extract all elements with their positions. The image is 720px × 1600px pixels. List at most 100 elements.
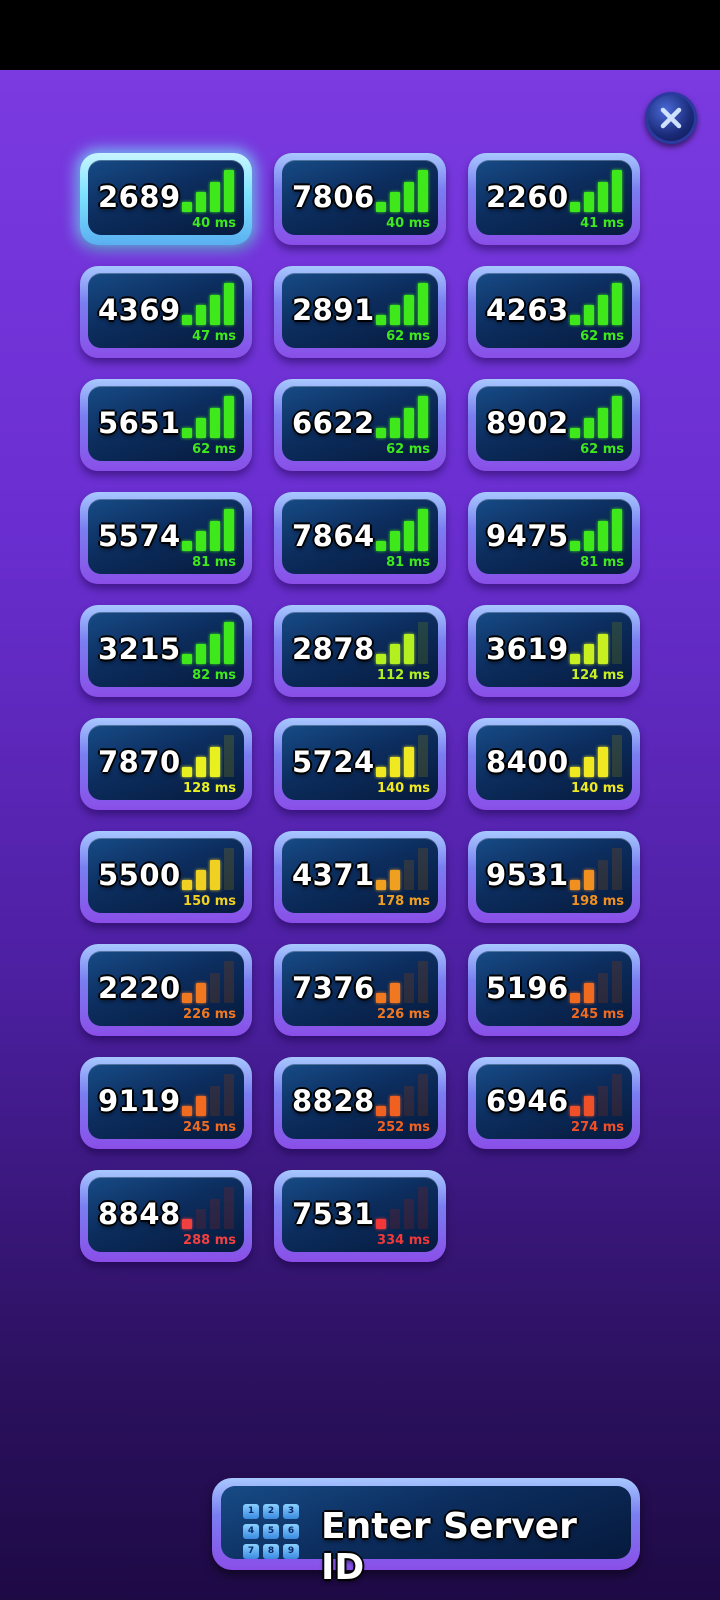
signal-bar (182, 880, 192, 890)
server-card[interactable]: 5574 81 ms (80, 492, 252, 584)
server-card[interactable]: 8400 140 ms (468, 718, 640, 810)
signal-bar (404, 408, 414, 438)
signal-strength-icon (570, 733, 626, 777)
server-id: 2260 (486, 180, 569, 214)
close-button[interactable] (645, 92, 697, 144)
keypad-key: 7 (243, 1544, 259, 1559)
signal-bar (418, 509, 428, 551)
server-ping: 124 ms (571, 668, 624, 683)
server-card[interactable]: 2689 40 ms (80, 153, 252, 245)
signal-bar (196, 531, 206, 551)
signal-bar (376, 1219, 386, 1229)
server-card[interactable]: 2220 226 ms (80, 944, 252, 1036)
server-card[interactable]: 7806 40 ms (274, 153, 446, 245)
server-card[interactable]: 8902 62 ms (468, 379, 640, 471)
status-bar (0, 0, 720, 70)
signal-bar (224, 509, 234, 551)
server-card[interactable]: 9531 198 ms (468, 831, 640, 923)
signal-bar (224, 283, 234, 325)
server-card[interactable]: 4371 178 ms (274, 831, 446, 923)
server-card[interactable]: 7376 226 ms (274, 944, 446, 1036)
server-card[interactable]: 9119 245 ms (80, 1057, 252, 1149)
signal-bar (584, 870, 594, 890)
server-id: 7806 (292, 180, 375, 214)
signal-bar (224, 961, 234, 1003)
signal-bar (376, 315, 386, 325)
server-card[interactable]: 5724 140 ms (274, 718, 446, 810)
server-card[interactable]: 7870 128 ms (80, 718, 252, 810)
signal-bar (612, 396, 622, 438)
signal-bar (612, 848, 622, 890)
server-card[interactable]: 5500 150 ms (80, 831, 252, 923)
signal-bar (210, 747, 220, 777)
signal-bar (196, 418, 206, 438)
server-id: 5724 (292, 745, 375, 779)
signal-bar (196, 870, 206, 890)
server-card-body: 5574 81 ms (88, 499, 244, 574)
server-ping: 178 ms (377, 894, 430, 909)
server-ping: 81 ms (192, 555, 236, 570)
server-card[interactable]: 9475 81 ms (468, 492, 640, 584)
server-ping: 140 ms (571, 781, 624, 796)
signal-strength-icon (376, 1072, 432, 1116)
signal-bar (196, 305, 206, 325)
enter-server-id-button[interactable]: 123 456 789 Enter Server ID (212, 1478, 640, 1588)
server-card[interactable]: 7531 334 ms (274, 1170, 446, 1262)
server-ping: 128 ms (183, 781, 236, 796)
server-id: 5574 (98, 519, 181, 553)
server-card-body: 6622 62 ms (282, 386, 438, 461)
server-id: 9531 (486, 858, 569, 892)
server-card[interactable]: 8848 288 ms (80, 1170, 252, 1262)
server-card[interactable]: 8828 252 ms (274, 1057, 446, 1149)
signal-bar (598, 860, 608, 890)
signal-strength-icon (570, 1072, 626, 1116)
server-card[interactable]: 4369 47 ms (80, 266, 252, 358)
signal-bar (404, 634, 414, 664)
signal-bar (570, 767, 580, 777)
server-ping: 198 ms (571, 894, 624, 909)
keypad-key: 2 (263, 1504, 279, 1519)
signal-bar (224, 622, 234, 664)
keypad-key: 9 (283, 1544, 299, 1559)
signal-bar (376, 993, 386, 1003)
keypad-icon: 123 456 789 (239, 1500, 299, 1560)
signal-bar (612, 170, 622, 212)
signal-bar (570, 315, 580, 325)
server-card[interactable]: 5196 245 ms (468, 944, 640, 1036)
server-ping: 140 ms (377, 781, 430, 796)
server-card[interactable]: 7864 81 ms (274, 492, 446, 584)
signal-bar (210, 295, 220, 325)
signal-bar (404, 973, 414, 1003)
server-card-body: 5500 150 ms (88, 838, 244, 913)
server-card[interactable]: 6622 62 ms (274, 379, 446, 471)
signal-strength-icon (182, 394, 238, 438)
server-card[interactable]: 6946 274 ms (468, 1057, 640, 1149)
server-card[interactable]: 3215 82 ms (80, 605, 252, 697)
server-card-body: 5724 140 ms (282, 725, 438, 800)
server-ping: 252 ms (377, 1120, 430, 1135)
server-ping: 81 ms (386, 555, 430, 570)
signal-bar (584, 531, 594, 551)
signal-bar (404, 860, 414, 890)
server-card-body: 5196 245 ms (476, 951, 632, 1026)
server-card[interactable]: 3619 124 ms (468, 605, 640, 697)
signal-bar (196, 757, 206, 777)
signal-strength-icon (182, 281, 238, 325)
server-ping: 40 ms (386, 216, 430, 231)
signal-bar (418, 396, 428, 438)
server-ping: 47 ms (192, 329, 236, 344)
server-id: 4369 (98, 293, 181, 327)
server-ping: 226 ms (377, 1007, 430, 1022)
signal-bar (182, 1106, 192, 1116)
server-ping: 62 ms (192, 442, 236, 457)
signal-bar (196, 1096, 206, 1116)
signal-bar (196, 983, 206, 1003)
server-card[interactable]: 2878 112 ms (274, 605, 446, 697)
server-card[interactable]: 2260 41 ms (468, 153, 640, 245)
server-card[interactable]: 4263 62 ms (468, 266, 640, 358)
signal-strength-icon (570, 620, 626, 664)
server-card[interactable]: 2891 62 ms (274, 266, 446, 358)
server-card-body: 7870 128 ms (88, 725, 244, 800)
server-card[interactable]: 5651 62 ms (80, 379, 252, 471)
signal-bar (404, 521, 414, 551)
